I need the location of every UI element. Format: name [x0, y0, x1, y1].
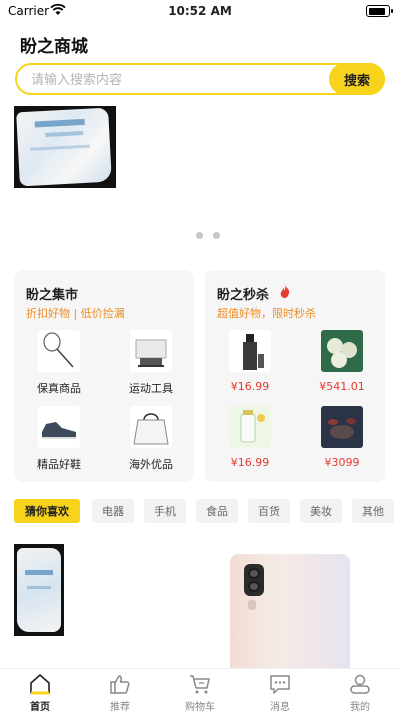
- market-item-label: 保真商品: [37, 382, 81, 395]
- tab-cart[interactable]: 购物车: [160, 673, 240, 717]
- product-card-image[interactable]: [14, 544, 64, 636]
- tab-messages[interactable]: 消息: [240, 673, 320, 717]
- drink-bottle-image: [229, 406, 271, 448]
- tea-set-image: [321, 406, 363, 448]
- market-item-label: 海外优品: [129, 458, 173, 471]
- clock: 10:52 AM: [168, 4, 232, 18]
- search-button[interactable]: 搜索: [329, 63, 385, 95]
- search-bar: 搜索: [15, 63, 385, 95]
- tab-label: 购物车: [185, 702, 215, 713]
- tag-recommend[interactable]: 猜你喜欢: [14, 499, 80, 523]
- handbag-image: [130, 406, 172, 448]
- search-input[interactable]: [31, 71, 311, 89]
- badminton-racket-image: [38, 330, 80, 372]
- tag-general[interactable]: 百货: [248, 499, 290, 523]
- market-card-subtitle: 折扣好物 | 低价捡漏: [26, 307, 125, 320]
- flash-sale-title: 盼之秒杀: [217, 288, 270, 303]
- flash-item[interactable]: ¥16.99: [209, 330, 291, 393]
- tag-appliances[interactable]: 电器: [92, 499, 134, 523]
- tab-label: 首页: [30, 702, 50, 713]
- tag-beauty[interactable]: 美妆: [300, 499, 342, 523]
- message-icon: [270, 675, 290, 694]
- bottom-tab-bar: 首页 推荐 购物车 消息 我的: [0, 668, 400, 717]
- market-card-title: 盼之集市: [26, 288, 79, 303]
- pager-dot[interactable]: [196, 232, 203, 239]
- phone-product-image[interactable]: [230, 554, 350, 668]
- tab-recommend[interactable]: 推荐: [80, 673, 160, 717]
- home-icon: [30, 674, 50, 695]
- tab-profile[interactable]: 我的: [320, 673, 400, 717]
- flash-item[interactable]: ¥541.01: [301, 330, 383, 393]
- tab-label: 推荐: [110, 702, 130, 713]
- market-item[interactable]: 精品好鞋: [18, 406, 100, 472]
- flash-item-price: ¥16.99: [230, 456, 270, 469]
- tag-food[interactable]: 食品: [196, 499, 238, 523]
- gym-equipment-image: [130, 330, 172, 372]
- banner-product-photo: [16, 107, 112, 187]
- sneaker-image: [38, 406, 80, 448]
- tea-cakes-image: [321, 330, 363, 372]
- flash-item-price: ¥3099: [324, 456, 360, 469]
- tab-label: 消息: [270, 702, 290, 713]
- pager-dot[interactable]: [213, 232, 220, 239]
- thumbs-up-icon: [110, 675, 130, 694]
- flash-item-price: ¥16.99: [230, 380, 270, 393]
- category-tabs: 猜你喜欢 电器 手机 食品 百货 美妆 其他: [14, 499, 400, 525]
- market-item-label: 精品好鞋: [37, 458, 81, 471]
- market-item-label: 运动工具: [129, 382, 173, 395]
- flash-item[interactable]: ¥16.99: [209, 406, 291, 469]
- battery-icon: [366, 5, 393, 17]
- flash-item[interactable]: ¥3099: [301, 406, 383, 469]
- fire-icon: [280, 285, 290, 298]
- banner-pager: [0, 232, 400, 240]
- tag-phones[interactable]: 手机: [144, 499, 186, 523]
- flash-sale-card[interactable]: 盼之秒杀 超值好物，限时秒杀 ¥16.99 ¥541.01 ¥16.99 ¥30…: [205, 270, 385, 482]
- tag-other[interactable]: 其他: [352, 499, 394, 523]
- market-card[interactable]: 盼之集市 折扣好物 | 低价捡漏 保真商品 运动工具 精品好鞋 海外优品: [14, 270, 194, 482]
- cosmetic-bottle-image: [229, 330, 271, 372]
- flash-item-price: ¥541.01: [319, 380, 365, 393]
- banner-image[interactable]: [14, 106, 116, 188]
- page-title: 盼之商城: [20, 37, 88, 57]
- battery-fill: [368, 7, 385, 15]
- cart-icon: [190, 675, 210, 694]
- flash-sale-subtitle: 超值好物，限时秒杀: [217, 307, 316, 320]
- camera-module: [244, 564, 264, 596]
- tab-home[interactable]: 首页: [0, 673, 80, 717]
- tab-label: 我的: [350, 702, 370, 713]
- flash: [248, 600, 256, 610]
- market-item[interactable]: 保真商品: [18, 330, 100, 396]
- market-item[interactable]: 运动工具: [110, 330, 192, 396]
- user-icon: [350, 674, 370, 694]
- market-item[interactable]: 海外优品: [110, 406, 192, 472]
- status-bar: Carrier 10:52 AM: [0, 0, 400, 22]
